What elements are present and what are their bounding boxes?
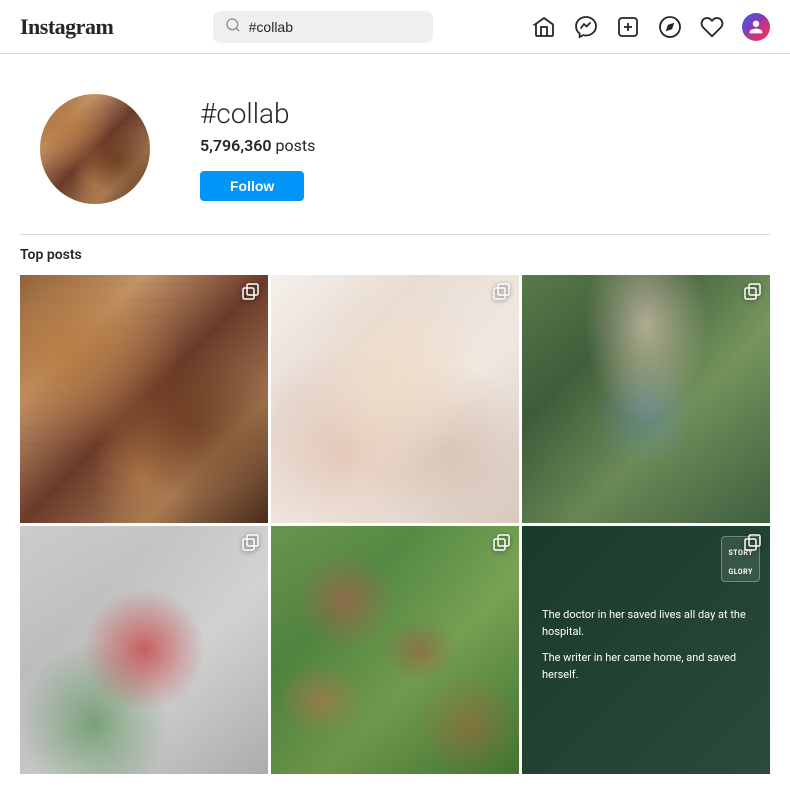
search-input[interactable] [249,19,421,35]
follow-button[interactable]: Follow [200,171,304,201]
header: Instagram [0,0,790,54]
content-area: Top posts [0,235,790,794]
search-bar[interactable] [213,11,433,43]
post-image-floral [271,526,519,774]
grid-item-baby[interactable] [271,275,519,523]
multiple-posts-icon-3 [744,283,762,305]
post-image-red-dress [20,526,268,774]
grid-item-red-dress[interactable] [20,526,268,774]
grid-item-dark-card[interactable]: STORYGLORY The doctor in her saved lives… [522,526,770,774]
top-posts-label: Top posts [0,235,790,275]
add-post-icon[interactable] [616,15,640,39]
heart-icon[interactable] [700,15,724,39]
messenger-icon[interactable] [574,15,598,39]
post-image-food [20,275,268,523]
profile-info: #collab 5,796,360 posts Follow [200,97,315,201]
explore-icon[interactable] [658,15,682,39]
profile-hashtag: #collab [200,97,315,130]
post-image-woman [522,275,770,523]
multiple-posts-icon [242,283,260,305]
dark-card-line1: The doctor in her saved lives all day at… [542,607,750,640]
multiple-posts-icon-5 [493,534,511,556]
search-icon [225,17,241,37]
posts-grid: STORYGLORY The doctor in her saved lives… [0,275,790,774]
grid-item-floral[interactable] [271,526,519,774]
instagram-logo: Instagram [20,14,113,40]
multiple-posts-icon-2 [493,283,511,305]
home-icon[interactable] [532,15,556,39]
profile-avatar [40,94,150,204]
multiple-posts-icon-6 [744,534,762,556]
profile-posts-count: 5,796,360 posts [200,136,315,155]
multiple-posts-icon-4 [242,534,260,556]
profile-section: #collab 5,796,360 posts Follow [0,54,790,234]
dark-card-line2: The writer in her came home, and saved h… [542,650,750,683]
post-image-dark-card: STORYGLORY The doctor in her saved lives… [522,526,770,774]
header-nav [532,13,770,41]
grid-item-food[interactable] [20,275,268,523]
user-avatar[interactable] [742,13,770,41]
grid-item-woman[interactable] [522,275,770,523]
post-image-baby [271,275,519,523]
